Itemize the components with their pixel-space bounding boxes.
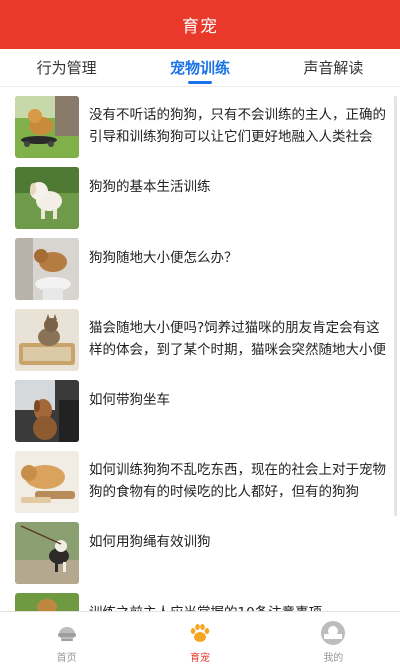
article-item[interactable]: 猫会随地大小便吗?饲养过猫咪的朋友肯定会有这样的体会，到了某个时期，猫咪会突然随… — [0, 309, 400, 380]
article-item[interactable]: 训练之前主人应当掌握的10条注意事项 — [0, 593, 400, 611]
nav-home[interactable]: 首页 — [0, 612, 133, 666]
article-list: 没有不听话的狗狗，只有不会训练的主人，正确的引导和训练狗狗可以让它们更好地融入人… — [0, 88, 400, 611]
tab-training[interactable]: 宠物训练 — [133, 49, 266, 86]
article-title: 没有不听话的狗狗，只有不会训练的主人，正确的引导和训练狗狗可以让它们更好地融入人… — [89, 107, 386, 145]
category-tabs: 行为管理 宠物训练 声音解读 — [0, 49, 400, 87]
dog-eating-thumbnail — [15, 451, 79, 513]
article-item[interactable]: 没有不听话的狗狗，只有不会训练的主人，正确的引导和训练狗狗可以让它们更好地融入人… — [0, 96, 400, 167]
article-item[interactable]: 如何用狗绳有效训狗 — [0, 522, 400, 593]
article-title: 狗狗随地大小便怎么办？ — [89, 250, 238, 266]
nav-home-label: 首页 — [56, 653, 77, 664]
dog-on-toilet-thumbnail — [15, 238, 79, 300]
white-puppy-thumbnail — [15, 167, 79, 229]
nav-pets[interactable]: 育宠 — [133, 612, 266, 666]
article-title: 训练之前主人应当掌握的10条注意事项 — [89, 602, 386, 611]
article-item[interactable]: 狗狗随地大小便怎么办？ — [0, 238, 400, 309]
tab-sound[interactable]: 声音解读 — [267, 49, 400, 86]
article-title: 如何用狗绳有效训狗 — [89, 534, 211, 550]
dog-in-grass-thumbnail — [15, 593, 79, 611]
dog-on-leash-thumbnail — [15, 522, 79, 584]
paw-icon — [186, 619, 214, 647]
nav-pets-label: 育宠 — [189, 653, 210, 664]
dog-in-car-thumbnail — [15, 380, 79, 442]
app-header: 育宠 — [0, 0, 400, 49]
home-bowl-icon — [53, 619, 81, 647]
article-title: 如何训练狗狗不乱吃东西，现在的社会上对于宠物狗的食物有的时候吃的比人都好，但有的… — [89, 462, 386, 500]
page-title: 育宠 — [182, 17, 218, 37]
list-scrollbar[interactable] — [394, 96, 397, 516]
tab-behavior[interactable]: 行为管理 — [0, 49, 133, 86]
article-title: 狗狗的基本生活训练 — [89, 179, 211, 195]
article-item[interactable]: 如何带狗坐车 — [0, 380, 400, 451]
nav-profile-label: 我的 — [323, 653, 344, 664]
dog-on-skateboard-thumbnail — [15, 96, 79, 158]
article-title: 猫会随地大小便吗?饲养过猫咪的朋友肯定会有这样的体会，到了某个时期，猫咪会突然随… — [89, 320, 386, 358]
nav-profile[interactable]: 我的 — [267, 612, 400, 666]
bottom-navigation: 首页 育宠 我的 — [0, 611, 400, 666]
article-title: 如何带狗坐车 — [89, 392, 170, 408]
profile-icon — [319, 619, 347, 647]
cat-litter-box-thumbnail — [15, 309, 79, 371]
article-item[interactable]: 狗狗的基本生活训练 — [0, 167, 400, 238]
article-item[interactable]: 如何训练狗狗不乱吃东西，现在的社会上对于宠物狗的食物有的时候吃的比人都好，但有的… — [0, 451, 400, 522]
